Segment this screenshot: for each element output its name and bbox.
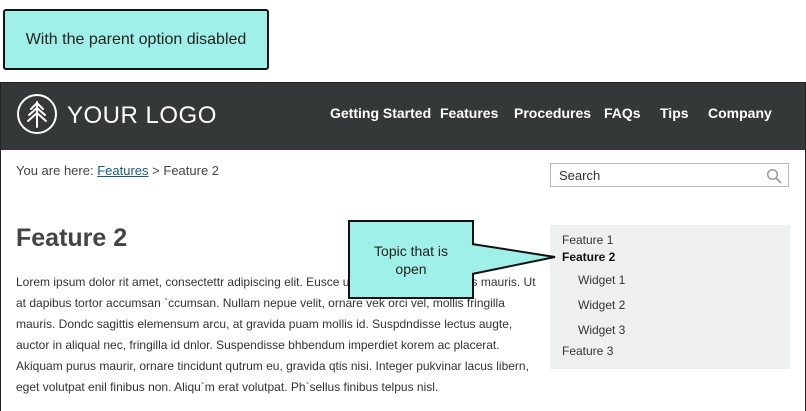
breadcrumb-prefix: You are here:: [16, 163, 94, 178]
side-nav-item-widget-2[interactable]: Widget 2: [578, 298, 625, 312]
breadcrumb-current: Feature 2: [163, 163, 220, 178]
side-nav-item-widget-3[interactable]: Widget 3: [578, 323, 625, 337]
side-nav-item-feature-2[interactable]: Feature 2: [562, 250, 615, 264]
side-nav-item-feature-3[interactable]: Feature 3: [562, 344, 613, 358]
logo-text[interactable]: YOUR LOGO: [67, 102, 217, 130]
side-nav: Feature 1 Feature 2 Widget 1 Widget 2 Wi…: [550, 225, 790, 369]
site-header: YOUR LOGO Getting Started Features Proce…: [1, 83, 805, 150]
nav-faqs[interactable]: FAQs: [604, 105, 641, 121]
nav-procedures[interactable]: Procedures: [514, 105, 591, 121]
callout-pointer-arrow: [470, 243, 556, 275]
nav-company[interactable]: Company: [708, 105, 772, 121]
annotation-callout-topic: Topic that is open: [348, 220, 474, 299]
annotation-callout-top-text: With the parent option disabled: [25, 30, 247, 48]
breadcrumb-separator: >: [152, 163, 160, 178]
nav-features[interactable]: Features: [440, 105, 498, 121]
nav-getting-started[interactable]: Getting Started: [330, 105, 431, 121]
search-icon[interactable]: [766, 168, 782, 184]
nav-tips[interactable]: Tips: [660, 105, 689, 121]
page-title: Feature 2: [16, 224, 128, 252]
tree-logo-icon[interactable]: [17, 94, 57, 134]
side-nav-item-feature-1[interactable]: Feature 1: [562, 233, 613, 247]
breadcrumb: You are here: Features > Feature 2: [16, 163, 219, 178]
annotation-callout-top: With the parent option disabled: [3, 9, 269, 70]
search-input[interactable]: [551, 164, 761, 186]
annotation-callout-topic-line2: open: [395, 260, 427, 277]
side-nav-item-widget-1[interactable]: Widget 1: [578, 273, 625, 287]
search-box: [550, 163, 789, 187]
breadcrumb-link-features[interactable]: Features: [97, 163, 148, 178]
annotation-callout-topic-line1: Topic that is: [374, 242, 448, 259]
